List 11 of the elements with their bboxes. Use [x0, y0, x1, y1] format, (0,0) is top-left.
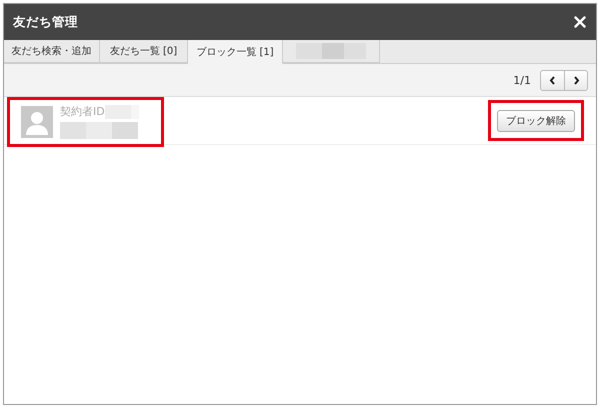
close-icon[interactable]: [574, 16, 586, 28]
contract-id-label: 契約者ID: [60, 104, 105, 119]
tab[interactable]: 友だち一覧 [0]: [100, 40, 188, 63]
avatar-icon: [21, 106, 53, 138]
page-indicator: 1/1: [513, 74, 531, 86]
tab[interactable]: ブロック一覧 [1]: [188, 40, 283, 64]
unblock-button[interactable]: ブロック解除: [497, 110, 575, 132]
window-title: 友だち管理: [13, 14, 78, 30]
chevron-left-icon: [549, 76, 556, 84]
chevron-right-icon: [572, 76, 580, 84]
tab[interactable]: 友だち検索・追加: [4, 40, 100, 63]
